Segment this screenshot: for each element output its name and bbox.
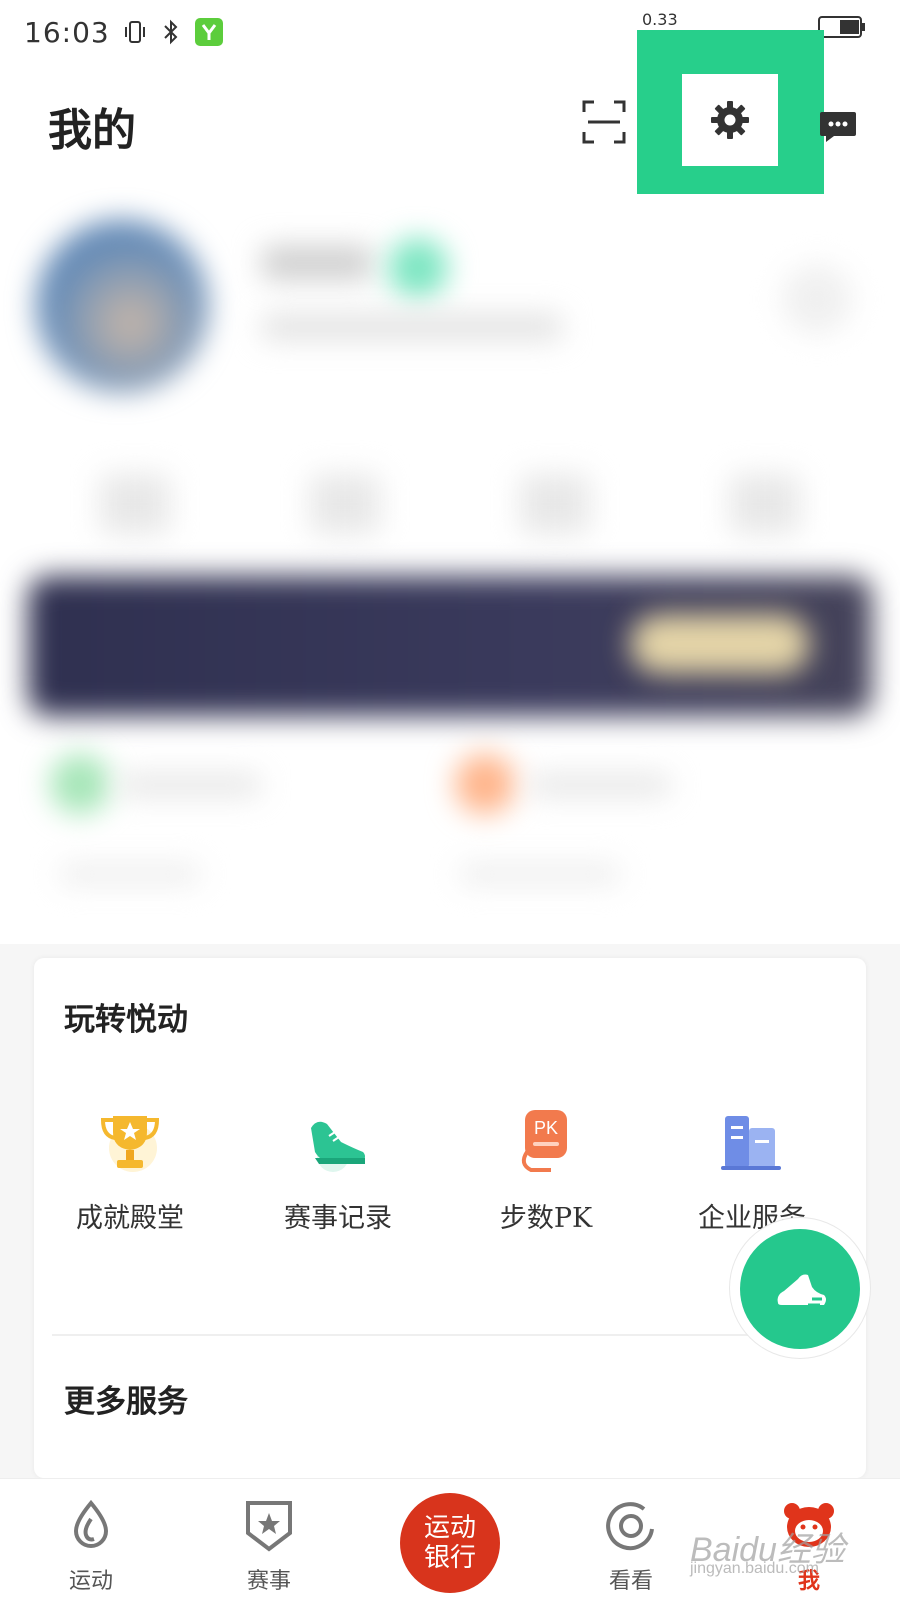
status-right: 0.33 [642, 10, 866, 44]
service-text-blurred [530, 774, 670, 796]
settings-button[interactable] [682, 74, 778, 166]
nav-label: 赛事 [246, 1569, 291, 1594]
divider [52, 1334, 848, 1336]
svg-text:PK: PK [534, 1118, 558, 1138]
building-icon [721, 1116, 781, 1170]
scan-button[interactable] [576, 94, 632, 150]
stat-item[interactable] [730, 474, 800, 534]
feature-enterprise-service[interactable]: 企业服务 [652, 1108, 852, 1238]
section-title-more: 更多服务 [64, 1384, 188, 1420]
service-text-blurred [60, 864, 200, 884]
avatar[interactable] [36, 220, 208, 392]
service-text-blurred [120, 774, 260, 796]
feature-label: 成就殿堂 [76, 1203, 184, 1234]
badge-star-icon [246, 1501, 292, 1552]
status-time: 16:03 [24, 15, 110, 49]
battery-icon [818, 14, 866, 44]
service-icon-blurred [50, 754, 110, 814]
center-label-line2: 银行 [423, 1543, 476, 1573]
network-speed: 0.33 [642, 10, 678, 29]
nav-item-events[interactable]: 赛事 [214, 1499, 324, 1599]
message-button[interactable] [818, 98, 858, 154]
feature-achievement-hall[interactable]: 成就殿堂 [30, 1108, 230, 1238]
nav-item-sport[interactable]: 运动 [36, 1499, 146, 1599]
profile-arrow-blurred[interactable] [782, 264, 852, 334]
level-badge-blurred [388, 238, 448, 298]
feature-step-pk[interactable]: PK 步数PK [446, 1108, 646, 1238]
start-run-button[interactable] [740, 1229, 860, 1349]
services-card: 玩转悦动 成就殿堂 赛事记录 PK 步数PK 企业服务 更多服务 [34, 958, 866, 1478]
header: 我的 [0, 30, 900, 210]
sports-bank-button[interactable]: 运动 银行 [400, 1493, 500, 1593]
gear-icon [711, 101, 749, 139]
center-label-line1: 运动 [423, 1513, 476, 1543]
service-icon-blurred [455, 754, 515, 814]
feature-label: 赛事记录 [284, 1203, 392, 1234]
app-notification-icon [194, 17, 224, 47]
running-shoe-icon [777, 1274, 826, 1307]
banner-button-blurred[interactable] [630, 614, 810, 674]
feature-race-records[interactable]: 赛事记录 [238, 1108, 438, 1238]
circle-look-icon [606, 1502, 654, 1551]
profile-area-blurred [0, 194, 900, 944]
trophy-icon [100, 1116, 160, 1172]
sneaker-icon [311, 1121, 365, 1172]
pk-icon: PK [521, 1110, 567, 1172]
stat-item[interactable] [520, 474, 590, 534]
username-blurred [262, 246, 372, 280]
service-text-blurred [460, 864, 620, 884]
nav-item-look[interactable]: 看看 [576, 1499, 686, 1599]
page-title: 我的 [48, 105, 136, 156]
nav-label: 运动 [68, 1569, 113, 1594]
nav-label: 看看 [608, 1569, 653, 1594]
stat-item[interactable] [100, 474, 170, 534]
vibrate-icon [122, 19, 148, 45]
feature-label: 步数PK [499, 1203, 593, 1234]
stat-item[interactable] [310, 474, 380, 534]
baidu-watermark-url: jingyan.baidu.com [690, 1560, 819, 1577]
profile-subtitle-blurred [262, 314, 562, 340]
message-icon [820, 112, 856, 142]
scan-icon [582, 100, 626, 144]
bluetooth-icon [160, 19, 182, 45]
run-drop-icon [73, 1499, 109, 1548]
section-title-play: 玩转悦动 [64, 1002, 188, 1038]
